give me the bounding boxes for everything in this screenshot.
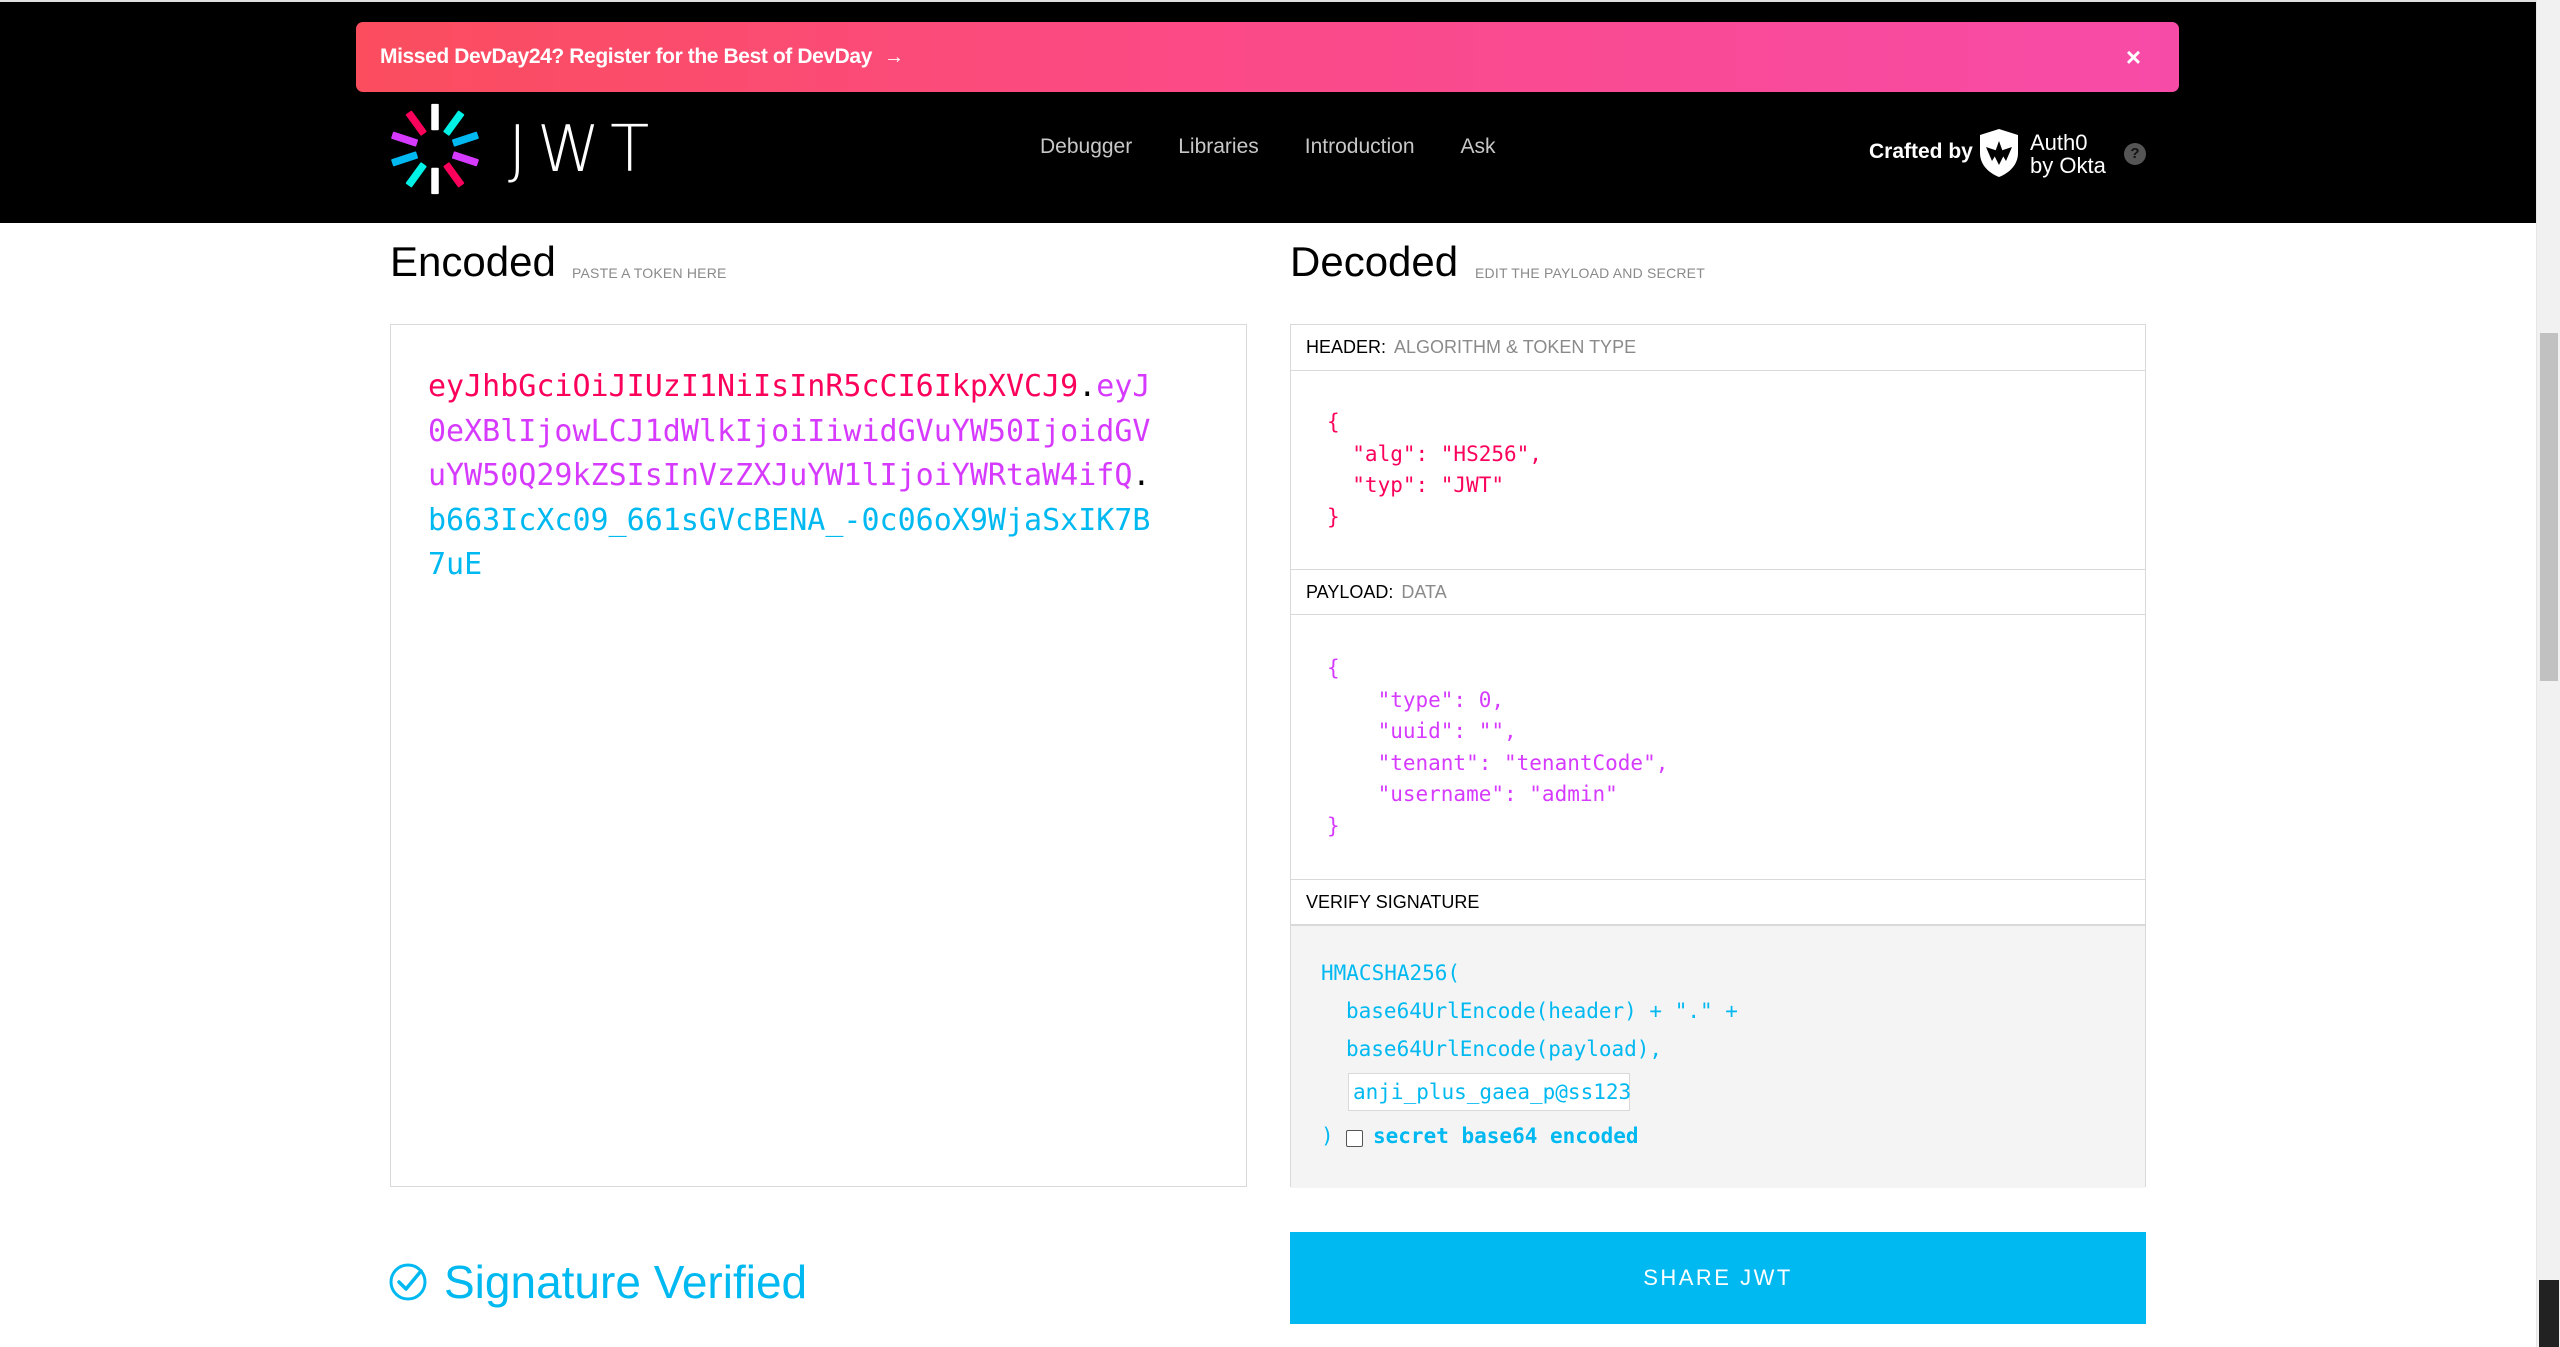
jwt-flower-icon[interactable] [388, 102, 482, 196]
hmac-close-paren: ) [1321, 1124, 1334, 1148]
scrollbar-corner [2539, 1280, 2559, 1347]
payload-section-head: PAYLOAD: DATA [1291, 569, 2145, 615]
payload-json-editor[interactable]: { "type": 0, "uuid": "", "tenant": "tena… [1327, 653, 1668, 842]
close-icon[interactable]: × [2126, 42, 2141, 72]
signature-status: Signature Verified [388, 1255, 807, 1309]
token-dot: . [1078, 369, 1097, 404]
payload-section-label: PAYLOAD: [1306, 581, 1394, 602]
scrollbar-thumb[interactable] [2540, 333, 2558, 681]
token-text[interactable]: eyJhbGciOiJIUzI1NiIsInR5cCI6IkpXVCJ9.eyJ… [428, 365, 1168, 588]
nav-ask[interactable]: Ask [1461, 135, 1496, 159]
verify-signature-area: HMACSHA256( base64UrlEncode(header) + ".… [1291, 925, 2145, 1188]
encoded-token-editor[interactable]: eyJhbGciOiJIUzI1NiIsInR5cCI6IkpXVCJ9.eyJ… [390, 324, 1247, 1187]
payload-section-sub: DATA [1401, 581, 1447, 602]
main-nav: Debugger Libraries Introduction Ask [1040, 135, 1542, 159]
nav-debugger[interactable]: Debugger [1040, 135, 1132, 159]
promo-banner[interactable]: Missed DevDay24? Register for the Best o… [356, 22, 2179, 92]
decoded-subtitle: EDIT THE PAYLOAD AND SECRET [1475, 265, 1705, 281]
nav-libraries[interactable]: Libraries [1178, 135, 1259, 159]
banner-text[interactable]: Missed DevDay24? Register for the Best o… [380, 45, 872, 69]
hmac-function: HMACSHA256( [1321, 961, 1461, 985]
signature-verified-text: Signature Verified [444, 1256, 808, 1308]
encoded-subtitle: PASTE A TOKEN HERE [572, 265, 727, 281]
hmac-payload-line: base64UrlEncode(payload), [1346, 1037, 1663, 1061]
secret-base64-label[interactable]: secret base64 encoded [1373, 1124, 1639, 1148]
auth0-line2: by Okta [2030, 153, 2106, 178]
secret-base64-checkbox[interactable] [1346, 1130, 1363, 1147]
jwt-wordmark[interactable]: JWT [508, 118, 659, 182]
verify-section-head: VERIFY SIGNATURE [1291, 879, 2145, 925]
auth0-shield-icon[interactable] [1978, 127, 2020, 179]
page-scrollbar[interactable] [2536, 0, 2560, 1347]
arrow-right-icon: → [883, 45, 904, 68]
header-section-label: HEADER: [1306, 337, 1387, 357]
verify-section-label: VERIFY SIGNATURE [1306, 891, 1480, 912]
header-section-head: HEADER: ALGORITHM & TOKEN TYPE [1291, 325, 2145, 371]
share-jwt-button[interactable]: SHARE JWT [1290, 1232, 2146, 1324]
decoded-title: Decoded [1290, 238, 1459, 285]
token-dot: . [1132, 458, 1151, 493]
token-signature-part: b663IcXc09_661sGVcBENA_-0c06oX9WjaSxIK7B… [428, 502, 1151, 583]
help-icon[interactable]: ? [2124, 143, 2146, 165]
header-json-editor[interactable]: { "alg": "HS256", "typ": "JWT" } [1327, 407, 1542, 533]
header-section-sub: ALGORITHM & TOKEN TYPE [1394, 337, 1637, 357]
auth0-wordmark[interactable]: Auth0 by Okta [2030, 131, 2106, 177]
hmac-header-line: base64UrlEncode(header) + "." + [1346, 999, 1738, 1023]
auth0-line1: Auth0 [2030, 130, 2088, 155]
encoded-title: Encoded [390, 238, 556, 285]
token-header-part: eyJhbGciOiJIUzI1NiIsInR5cCI6IkpXVCJ9 [428, 369, 1079, 404]
top-header: Missed DevDay24? Register for the Best o… [0, 0, 2536, 223]
nav-introduction[interactable]: Introduction [1305, 135, 1415, 159]
decoded-panel: HEADER: ALGORITHM & TOKEN TYPE { "alg": … [1290, 324, 2146, 1188]
check-circle-icon [389, 1263, 427, 1301]
crafted-by-label: Crafted by [1869, 140, 1973, 163]
secret-input[interactable]: anji_plus_gaea_p@ss123 [1348, 1073, 1631, 1111]
